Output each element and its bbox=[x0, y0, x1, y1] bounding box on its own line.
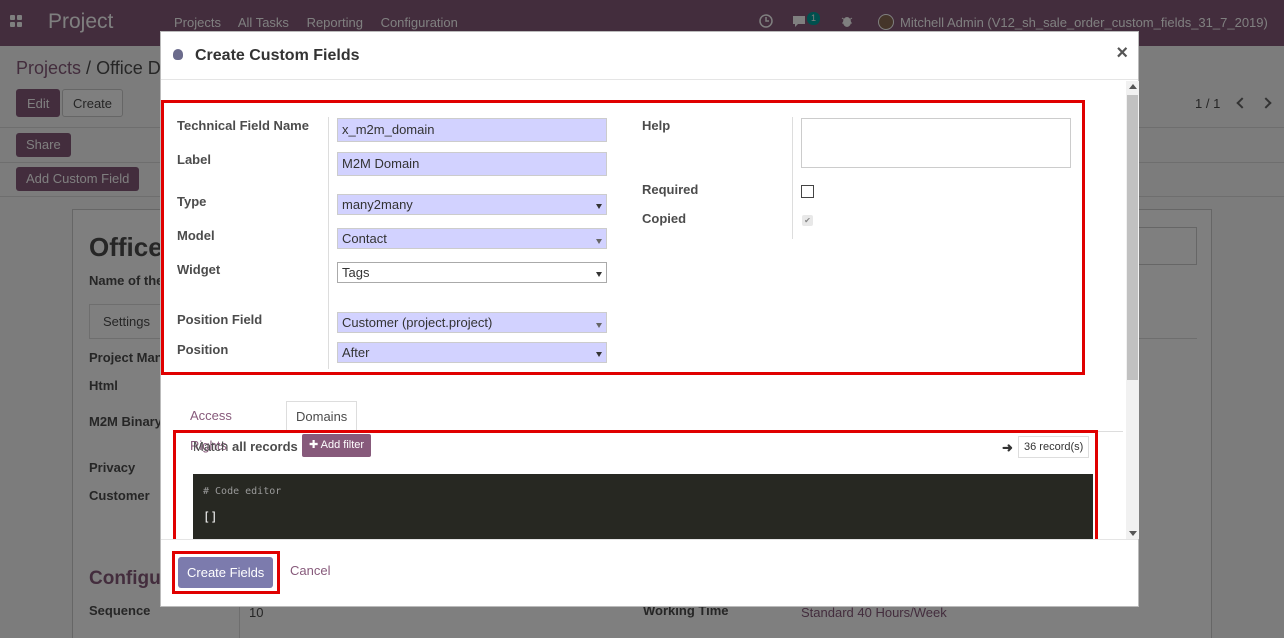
modal-header: Create Custom Fields × bbox=[161, 32, 1138, 80]
modal-scrollbar[interactable] bbox=[1126, 81, 1139, 539]
modal-footer: Create Fields Cancel bbox=[161, 539, 1138, 606]
bug-icon bbox=[173, 49, 183, 60]
scroll-down-icon[interactable] bbox=[1129, 531, 1137, 536]
highlight-box-fields bbox=[161, 100, 1085, 375]
close-button[interactable]: × bbox=[1116, 42, 1128, 65]
highlight-box-domains bbox=[173, 430, 1098, 539]
tab-access-rights[interactable]: Access Rights bbox=[181, 401, 241, 453]
highlight-box-create bbox=[172, 551, 280, 594]
create-custom-fields-dialog: Create Custom Fields × Technical Field N… bbox=[160, 31, 1139, 607]
cancel-button[interactable]: Cancel bbox=[290, 563, 330, 578]
scrollbar-thumb[interactable] bbox=[1127, 95, 1138, 380]
modal-title: Create Custom Fields bbox=[195, 47, 360, 64]
tab-domains[interactable]: Domains bbox=[286, 401, 358, 432]
modal-body: Technical Field Name Label Type Model Wi… bbox=[161, 81, 1138, 539]
scroll-up-icon[interactable] bbox=[1129, 84, 1137, 89]
